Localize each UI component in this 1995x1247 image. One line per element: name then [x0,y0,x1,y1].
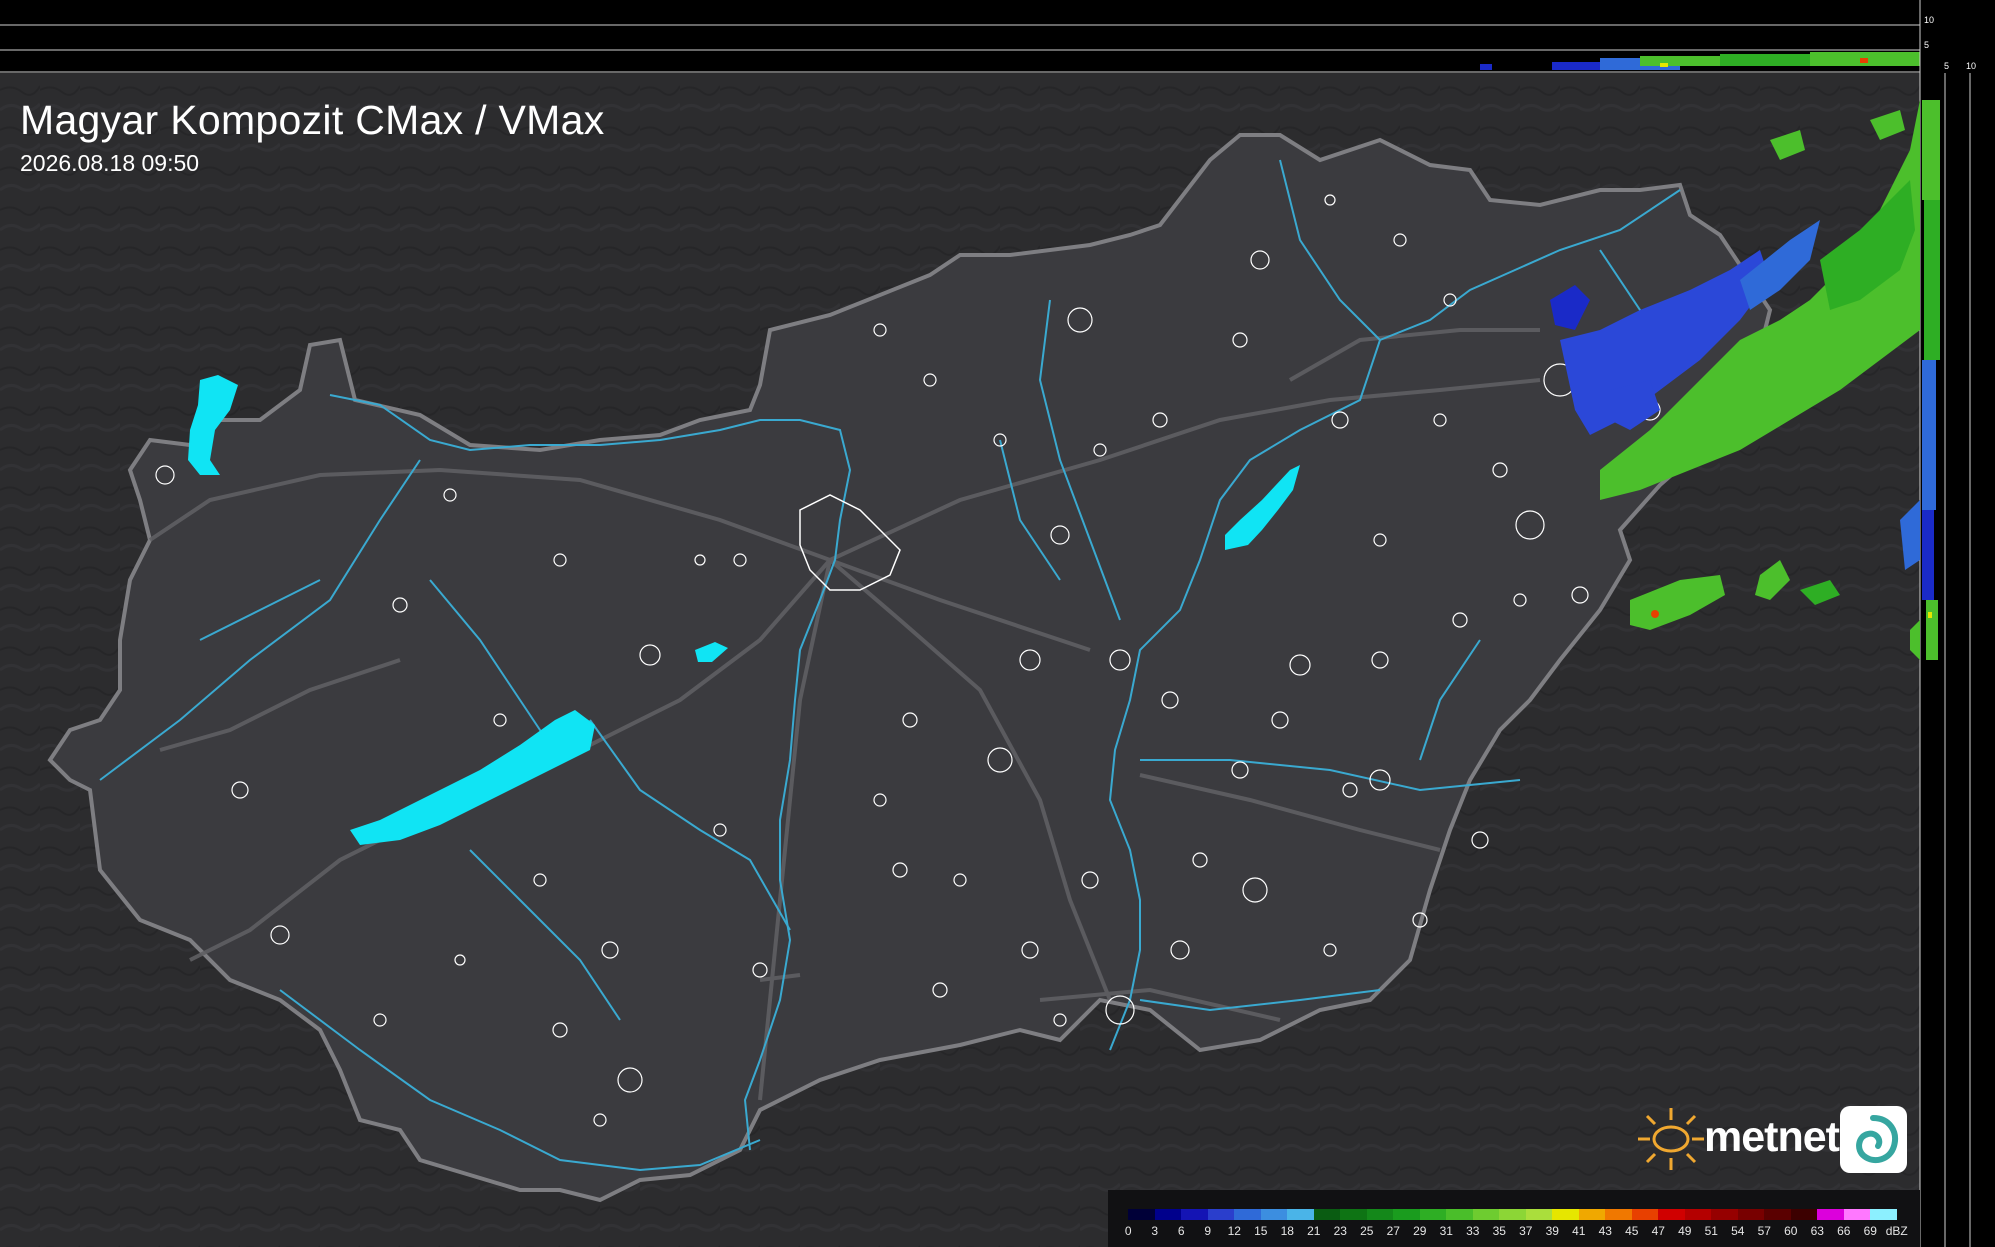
radar-map [0,0,1995,1247]
legend-value: 15 [1254,1224,1268,1238]
legend-swatch [1154,1209,1181,1220]
legend-swatch [1207,1209,1234,1220]
legend-swatch [1843,1209,1870,1220]
legend-swatch [1631,1209,1658,1220]
legend-value: 66 [1837,1224,1851,1238]
legend-value: 51 [1704,1224,1718,1238]
legend-swatch [1181,1209,1208,1220]
legend-swatch [1260,1209,1287,1220]
legend-swatch [1287,1209,1314,1220]
legend-swatch [1605,1209,1632,1220]
profile-tick-10: 10 [1924,15,1935,25]
legend-swatch [1658,1209,1685,1220]
legend-swatch [1870,1209,1897,1220]
legend-value: 29 [1413,1224,1427,1238]
legend-swatch [1790,1209,1817,1220]
legend-value: 6 [1177,1224,1185,1238]
legend-swatch [1711,1209,1738,1220]
legend-swatch [1340,1209,1367,1220]
legend-value: 25 [1360,1224,1374,1238]
echo-cell-core [1651,610,1659,618]
legend-value: 33 [1466,1224,1480,1238]
profile-tick-5: 5 [1924,40,1930,50]
legend-value: 69 [1863,1224,1877,1238]
legend-value: 18 [1280,1224,1294,1238]
legend-value: 49 [1678,1224,1692,1238]
legend-value: 37 [1519,1224,1533,1238]
legend-swatch [1472,1209,1499,1220]
side-tick-5: 5 [1944,61,1950,71]
map-title: Magyar Kompozit CMax / VMax [20,97,605,143]
legend-value: 47 [1651,1224,1665,1238]
legend-unit: dBZ [1885,1224,1908,1238]
legend-swatch [1313,1209,1340,1220]
legend-swatch [1393,1209,1420,1220]
sun-icon [1638,1108,1704,1170]
legend-swatch [1764,1209,1791,1220]
legend-value: 27 [1386,1224,1400,1238]
legend-value: 60 [1784,1224,1798,1238]
legend-swatch [1234,1209,1261,1220]
legend-swatch [1446,1209,1473,1220]
legend-swatch [1737,1209,1764,1220]
legend-swatch [1499,1209,1526,1220]
map-header: Magyar Kompozit CMax / VMax 2026.08.18 0… [20,96,605,178]
legend-value: 9 [1204,1224,1212,1238]
legend-swatch [1552,1209,1579,1220]
legend-swatch [1419,1209,1446,1220]
legend-value: 63 [1810,1224,1824,1238]
legend-swatch [1525,1209,1552,1220]
legend-value: 0 [1124,1224,1132,1238]
legend-swatch [1578,1209,1605,1220]
legend-swatch [1366,1209,1393,1220]
legend-value: 41 [1572,1224,1586,1238]
swirl-icon [1856,1115,1898,1164]
side-tick-10: 10 [1966,61,1977,71]
legend-value: 35 [1492,1224,1506,1238]
legend-value: 3 [1151,1224,1159,1238]
legend-value: 43 [1598,1224,1612,1238]
legend-value: 45 [1625,1224,1639,1238]
legend-value: 31 [1439,1224,1453,1238]
legend-value: 12 [1227,1224,1241,1238]
legend-value: 21 [1307,1224,1321,1238]
legend-swatch [1684,1209,1711,1220]
brand-emblem [1840,1106,1907,1173]
legend-value: 23 [1333,1224,1347,1238]
legend-value: 39 [1545,1224,1559,1238]
metnet-logo: metnet [1634,1102,1910,1180]
map-timestamp: 2026.08.18 09:50 [20,150,200,176]
legend-value: 54 [1731,1224,1745,1238]
legend-swatch [1817,1209,1844,1220]
legend-color-bar [1128,1209,1897,1220]
radar-map-view: Magyar Kompozit CMax / VMax 2026.08.18 0… [0,0,1995,1247]
dbz-legend: 0 3 6 9 12 15 18 21 23 25 27 29 31 33 35 37 39 41 43 45 47 49… [1108,1190,1920,1247]
brand-name: metnet [1704,1113,1840,1161]
legend-value: 57 [1757,1224,1771,1238]
legend-swatch [1128,1209,1155,1220]
